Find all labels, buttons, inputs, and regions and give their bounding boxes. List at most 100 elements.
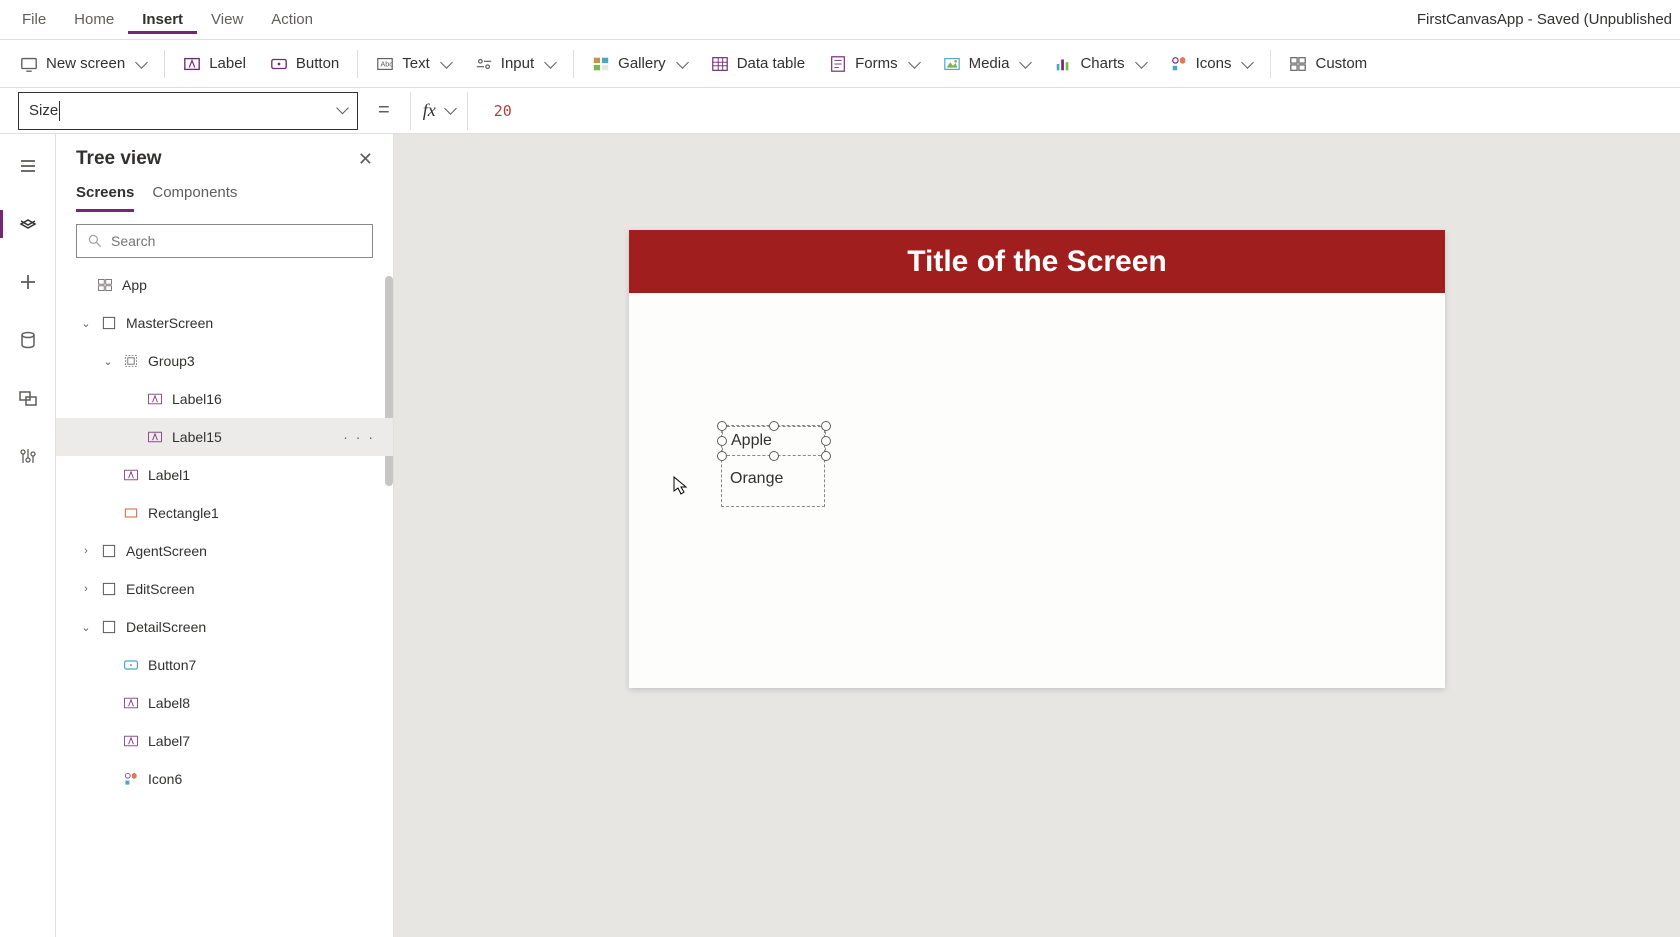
- custom-btn-label: Custom: [1315, 55, 1367, 72]
- label-orange[interactable]: Orange: [722, 464, 826, 494]
- label-icon: [122, 732, 140, 750]
- rectangle-icon: [122, 504, 140, 522]
- menu-file[interactable]: File: [8, 5, 60, 34]
- menu-action[interactable]: Action: [257, 5, 327, 34]
- group-selection-outline[interactable]: Apple Orange: [721, 425, 825, 507]
- more-icon[interactable]: · · ·: [343, 429, 375, 445]
- charts-icon: [1054, 55, 1072, 73]
- menu-insert[interactable]: Insert: [128, 5, 197, 34]
- node-label: App: [122, 277, 147, 293]
- tree-view-button[interactable]: [8, 206, 48, 242]
- svg-text:Abc: Abc: [381, 59, 394, 68]
- text-btn-label: Text: [402, 55, 430, 72]
- search-input[interactable]: [76, 224, 373, 258]
- label-btn-label: Label: [209, 55, 246, 72]
- chevron-down-icon: [334, 102, 347, 119]
- icons-button[interactable]: Icons: [1158, 49, 1265, 79]
- search-field[interactable]: [111, 233, 362, 249]
- fx-button[interactable]: fx: [410, 92, 468, 130]
- node-label: Button7: [148, 657, 196, 673]
- node-label: MasterScreen: [126, 315, 213, 331]
- gallery-button[interactable]: Gallery: [580, 49, 699, 79]
- screen-icon: [100, 314, 118, 332]
- separator: [573, 50, 574, 78]
- resize-handle[interactable]: [821, 451, 831, 461]
- media-panel-button[interactable]: [8, 380, 48, 416]
- menu-view[interactable]: View: [197, 5, 257, 34]
- canvas-screen[interactable]: Title of the Screen Apple Orange: [629, 230, 1445, 688]
- media-icon: [943, 55, 961, 73]
- node-label: Label1: [148, 467, 190, 483]
- property-selector[interactable]: Size: [18, 92, 358, 130]
- node-label: Group3: [148, 353, 195, 369]
- tree-node-label15[interactable]: Label15 · · ·: [56, 418, 393, 456]
- tab-screens[interactable]: Screens: [76, 178, 134, 212]
- separator: [357, 50, 358, 78]
- resize-handle[interactable]: [821, 436, 831, 446]
- tree-node-group3[interactable]: ⌄ Group3: [56, 342, 393, 380]
- custom-icon: [1289, 55, 1307, 73]
- input-icon: [475, 55, 493, 73]
- formula-input[interactable]: 20: [482, 92, 1662, 130]
- resize-handle[interactable]: [821, 421, 831, 431]
- ribbon: New screen Label Button Abc Text Input G…: [0, 40, 1680, 88]
- chevron-down-icon[interactable]: ⌄: [80, 621, 92, 634]
- database-button[interactable]: [8, 322, 48, 358]
- tree-node-editscreen[interactable]: › EditScreen: [56, 570, 393, 608]
- hamburger-button[interactable]: [8, 148, 48, 184]
- left-rail: [0, 134, 56, 937]
- tree-node-label8[interactable]: Label8: [56, 684, 393, 722]
- tree-node-masterscreen[interactable]: ⌄ MasterScreen: [56, 304, 393, 342]
- chevron-right-icon[interactable]: ›: [80, 545, 92, 557]
- tree-node-icon6[interactable]: Icon6: [56, 760, 393, 798]
- cursor-icon: [673, 476, 689, 496]
- chevron-down-icon[interactable]: ⌄: [102, 355, 114, 368]
- data-table-btn-label: Data table: [737, 55, 805, 72]
- screen-title-bar[interactable]: Title of the Screen: [629, 230, 1445, 293]
- custom-button[interactable]: Custom: [1277, 49, 1379, 79]
- text-icon: Abc: [376, 55, 394, 73]
- chevron-down-icon[interactable]: ⌄: [80, 317, 92, 330]
- tree-list: App ⌄ MasterScreen ⌄ Group3 Label16 La: [56, 266, 393, 937]
- new-screen-button[interactable]: New screen: [8, 49, 158, 79]
- button-btn-label: Button: [296, 55, 339, 72]
- label-icon: [183, 55, 201, 73]
- button-button[interactable]: Button: [258, 49, 351, 79]
- resize-handle[interactable]: [717, 436, 727, 446]
- close-icon[interactable]: ✕: [358, 149, 373, 170]
- media-button[interactable]: Media: [931, 49, 1043, 79]
- node-label: Label15: [172, 429, 222, 445]
- resize-handle[interactable]: [717, 421, 727, 431]
- app-icon: [96, 276, 114, 294]
- search-icon: [87, 233, 103, 249]
- shapes-icon: [122, 770, 140, 788]
- tree-node-label16[interactable]: Label16: [56, 380, 393, 418]
- canvas-area[interactable]: Title of the Screen Apple Orange: [394, 134, 1680, 937]
- tree-node-detailscreen[interactable]: ⌄ DetailScreen: [56, 608, 393, 646]
- resize-handle[interactable]: [769, 451, 779, 461]
- label-button[interactable]: Label: [171, 49, 258, 79]
- tree-node-label7[interactable]: Label7: [56, 722, 393, 760]
- forms-button[interactable]: Forms: [817, 49, 931, 79]
- data-table-button[interactable]: Data table: [699, 49, 817, 79]
- add-button[interactable]: [8, 264, 48, 300]
- charts-button[interactable]: Charts: [1042, 49, 1157, 79]
- node-label: EditScreen: [126, 581, 194, 597]
- resize-handle[interactable]: [769, 421, 779, 431]
- menu-home[interactable]: Home: [60, 5, 128, 34]
- chevron-right-icon[interactable]: ›: [80, 583, 92, 595]
- text-button[interactable]: Abc Text: [364, 49, 463, 79]
- node-label: AgentScreen: [126, 543, 207, 559]
- tree-node-label1[interactable]: Label1: [56, 456, 393, 494]
- data-table-icon: [711, 55, 729, 73]
- input-button[interactable]: Input: [463, 49, 567, 79]
- label-icon: [122, 466, 140, 484]
- tab-components[interactable]: Components: [152, 178, 237, 212]
- tree-node-button7[interactable]: Button7: [56, 646, 393, 684]
- advanced-tools-button[interactable]: [8, 438, 48, 474]
- label-apple[interactable]: Apple: [722, 426, 826, 456]
- tree-node-app[interactable]: App: [56, 266, 393, 304]
- resize-handle[interactable]: [717, 451, 727, 461]
- tree-node-agentscreen[interactable]: › AgentScreen: [56, 532, 393, 570]
- tree-node-rectangle1[interactable]: Rectangle1: [56, 494, 393, 532]
